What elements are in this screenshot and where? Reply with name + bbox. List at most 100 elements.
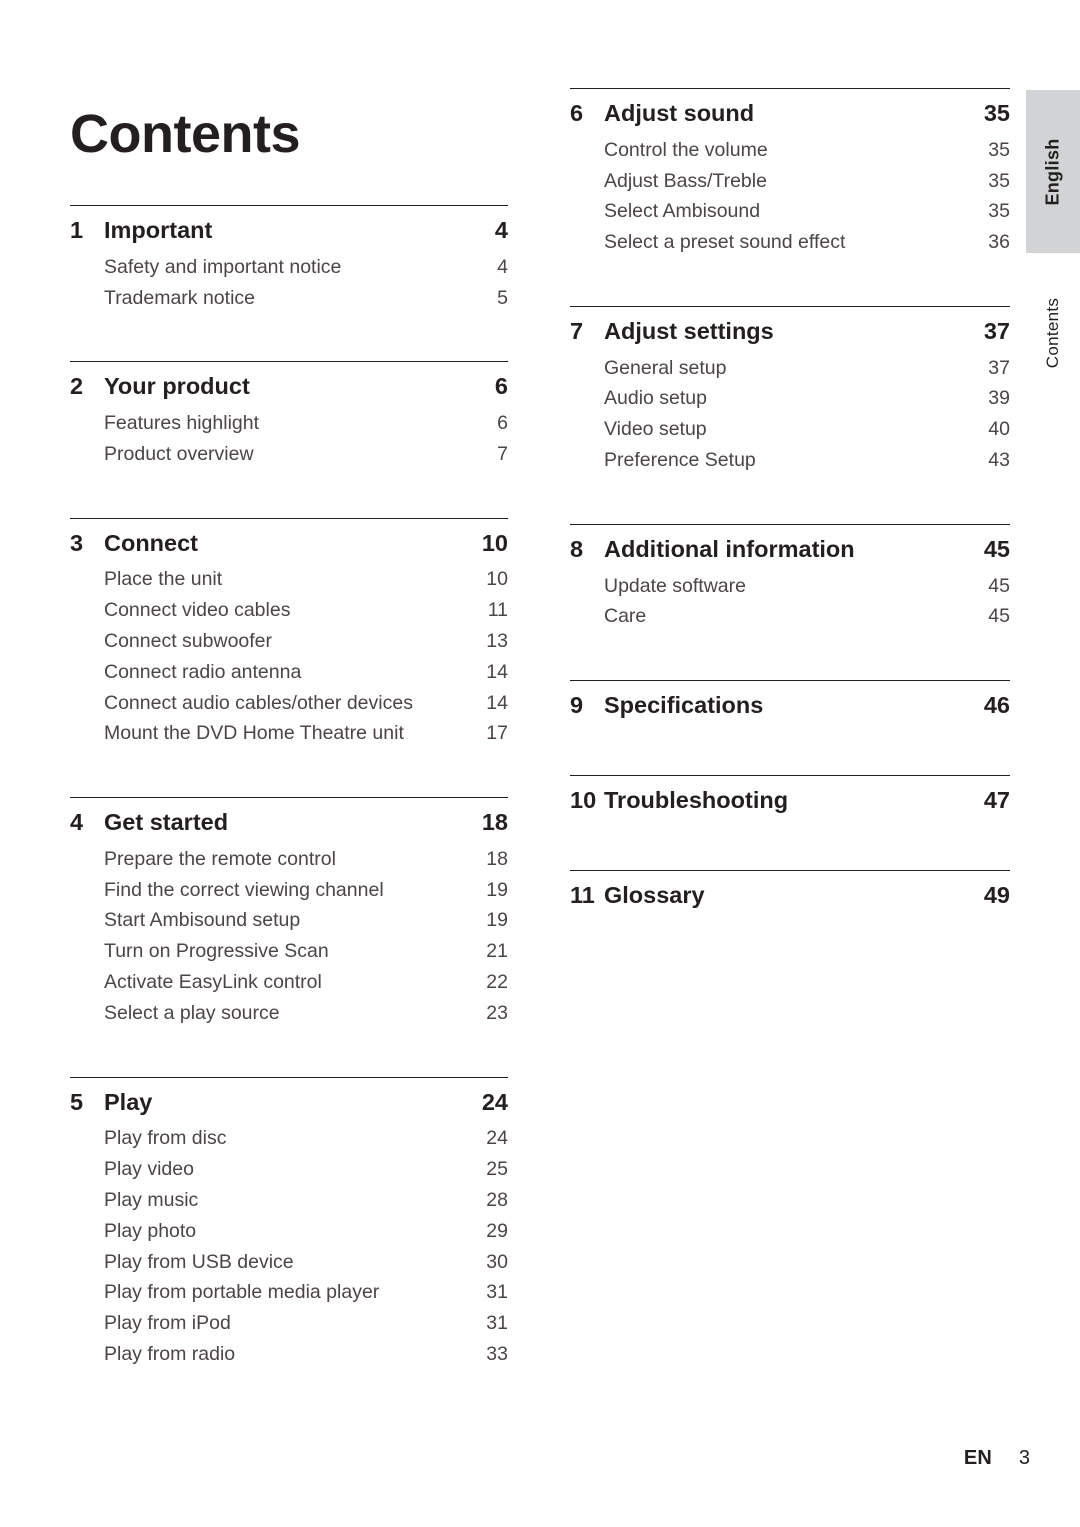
toc-entry[interactable]: General setup 37: [570, 353, 1010, 384]
toc-section: 1 Important 4 Safety and important notice 4 T…: [70, 205, 508, 335]
toc-subentry-list: Prepare the remote control 18 Find the cor…: [70, 844, 508, 1029]
toc-entry-page-number: 31: [486, 1281, 508, 1304]
toc-entry[interactable]: Play video 25: [70, 1154, 508, 1185]
toc-entry[interactable]: Turn on Progressive Scan 21: [70, 936, 508, 967]
toc-section: 5 Play 24 Play from disc 24 Play video 25 Play …: [70, 1076, 508, 1392]
section-divider: [70, 1076, 508, 1078]
section-divider: [570, 869, 1010, 871]
toc-entry-label: Control the volume: [604, 138, 768, 161]
section-number: 11: [570, 881, 595, 908]
page-footer: EN 3: [0, 1447, 1030, 1470]
sidebar-language-label: English: [1042, 137, 1063, 206]
toc-entry[interactable]: Find the correct viewing channel 19: [70, 875, 508, 906]
toc-entry[interactable]: Audio setup 39: [570, 383, 1010, 414]
section-divider: [570, 523, 1010, 525]
toc-entry[interactable]: Play from portable media player 31: [70, 1277, 508, 1308]
toc-entry[interactable]: Update software 45: [570, 571, 1010, 602]
toc-entry[interactable]: Start Ambisound setup 19: [70, 905, 508, 936]
toc-entry-label: Safety and important notice: [104, 255, 342, 278]
toc-entry[interactable]: Mount the DVD Home Theatre unit 17: [70, 718, 508, 749]
toc-entry[interactable]: Connect radio antenna 14: [70, 657, 508, 688]
toc-subentry-list: General setup 37 Audio setup 39 Video setup 4…: [570, 353, 1010, 476]
section-number: 1: [70, 217, 84, 243]
section-page-number: 49: [983, 881, 1010, 908]
toc-entry-label: Start Ambisound setup: [104, 909, 301, 932]
toc-section-heading[interactable]: 9 Specifications 46: [570, 690, 1010, 722]
toc-section: 7 Adjust settings 37 General setup 37 Audio s…: [570, 305, 1010, 498]
page-title: Contents: [70, 104, 300, 165]
toc-entry[interactable]: Select a preset sound effect 36: [570, 227, 1010, 258]
toc-subentry-list: Control the volume 35 Adjust Bass/Treble 35…: [570, 135, 1010, 258]
toc-subentry-list: Play from disc 24 Play video 25 Play music 28…: [70, 1123, 508, 1369]
toc-entry-label: Audio setup: [604, 387, 707, 410]
toc-entry[interactable]: Select a play source 23: [70, 998, 508, 1029]
toc-entry[interactable]: Play from disc 24: [70, 1123, 508, 1154]
toc-entry[interactable]: Video setup 40: [570, 414, 1010, 445]
toc-section-heading[interactable]: 5 Play 24: [70, 1087, 508, 1119]
toc-column-right: 6 Adjust sound 35 Control the volume 35 Adjus…: [570, 88, 1010, 938]
toc-section-heading[interactable]: 7 Adjust settings 37: [570, 316, 1010, 348]
toc-entry[interactable]: Features highlight 6: [70, 408, 508, 439]
toc-entry-page-number: 37: [988, 356, 1010, 379]
toc-entry[interactable]: Safety and important notice 4: [70, 252, 508, 283]
toc-entry-page-number: 13: [486, 629, 508, 652]
toc-section-heading[interactable]: 11 Glossary 49: [570, 880, 1010, 912]
section-title: Adjust settings: [604, 317, 774, 344]
toc-entry-label: Connect audio cables/other devices: [104, 691, 413, 714]
toc-section: 4 Get started 18 Prepare the remote control…: [70, 797, 508, 1051]
toc-entry-label: Video setup: [604, 418, 707, 441]
section-page-number: 46: [983, 692, 1010, 719]
toc-section-heading[interactable]: 4 Get started 18: [70, 807, 508, 839]
toc-entry[interactable]: Preference Setup 43: [570, 445, 1010, 476]
toc-entry-page-number: 30: [486, 1250, 508, 1273]
toc-entry-page-number: 5: [497, 286, 508, 309]
toc-entry-page-number: 40: [988, 418, 1010, 441]
section-number: 7: [570, 317, 584, 344]
toc-section-heading[interactable]: 6 Adjust sound 35: [570, 98, 1010, 130]
toc-entry-page-number: 22: [486, 971, 508, 994]
toc-entry[interactable]: Connect video cables 11: [70, 595, 508, 626]
toc-entry[interactable]: Play from iPod 31: [70, 1308, 508, 1339]
toc-entry[interactable]: Play photo 29: [70, 1216, 508, 1247]
toc-entry-page-number: 39: [988, 387, 1010, 410]
toc-section: 8 Additional information 45 Update software…: [570, 523, 1010, 654]
toc-entry[interactable]: Activate EasyLink control 22: [70, 967, 508, 998]
toc-entry[interactable]: Trademark notice 5: [70, 283, 508, 314]
section-divider: [570, 774, 1010, 776]
section-divider: [570, 305, 1010, 307]
toc-entry[interactable]: Product overview 7: [70, 439, 508, 470]
toc-entry-page-number: 29: [486, 1219, 508, 1242]
toc-entry-label: Adjust Bass/Treble: [604, 169, 767, 192]
toc-entry-label: Play photo: [104, 1219, 197, 1242]
toc-entry[interactable]: Care 45: [570, 601, 1010, 632]
toc-section-heading[interactable]: 3 Connect 10: [70, 528, 508, 560]
section-title: Glossary: [604, 881, 705, 908]
section-title: Your product: [104, 373, 250, 400]
toc-entry[interactable]: Place the unit 10: [70, 564, 508, 595]
toc-entry-label: Connect video cables: [104, 599, 291, 622]
toc-entry-page-number: 33: [486, 1342, 508, 1365]
toc-section-heading[interactable]: 1 Important 4: [70, 215, 508, 247]
toc-section-heading[interactable]: 10 Troubleshooting 47: [570, 785, 1010, 817]
toc-section-heading[interactable]: 8 Additional information 45: [570, 534, 1010, 566]
section-title: Get started: [104, 809, 229, 836]
section-number: 8: [570, 535, 584, 562]
toc-entry[interactable]: Control the volume 35: [570, 135, 1010, 166]
toc-entry[interactable]: Play from USB device 30: [70, 1247, 508, 1278]
section-title: Troubleshooting: [604, 786, 789, 813]
section-number: 5: [70, 1088, 84, 1115]
sidebar-chapter-tab: Contents: [1026, 275, 1080, 390]
toc-entry[interactable]: Connect audio cables/other devices 14: [70, 688, 508, 719]
toc-section-heading[interactable]: 2 Your product 6: [70, 371, 508, 403]
toc-entry-label: Place the unit: [104, 568, 223, 591]
toc-entry[interactable]: Adjust Bass/Treble 35: [570, 166, 1010, 197]
toc-entry[interactable]: Play from radio 33: [70, 1339, 508, 1370]
section-number: 6: [570, 100, 584, 126]
toc-entry[interactable]: Connect subwoofer 13: [70, 626, 508, 657]
section-page-number: 4: [494, 217, 508, 243]
toc-entry[interactable]: Select Ambisound 35: [570, 196, 1010, 227]
toc-entry[interactable]: Prepare the remote control 18: [70, 844, 508, 875]
toc-entry[interactable]: Play music 28: [70, 1185, 508, 1216]
